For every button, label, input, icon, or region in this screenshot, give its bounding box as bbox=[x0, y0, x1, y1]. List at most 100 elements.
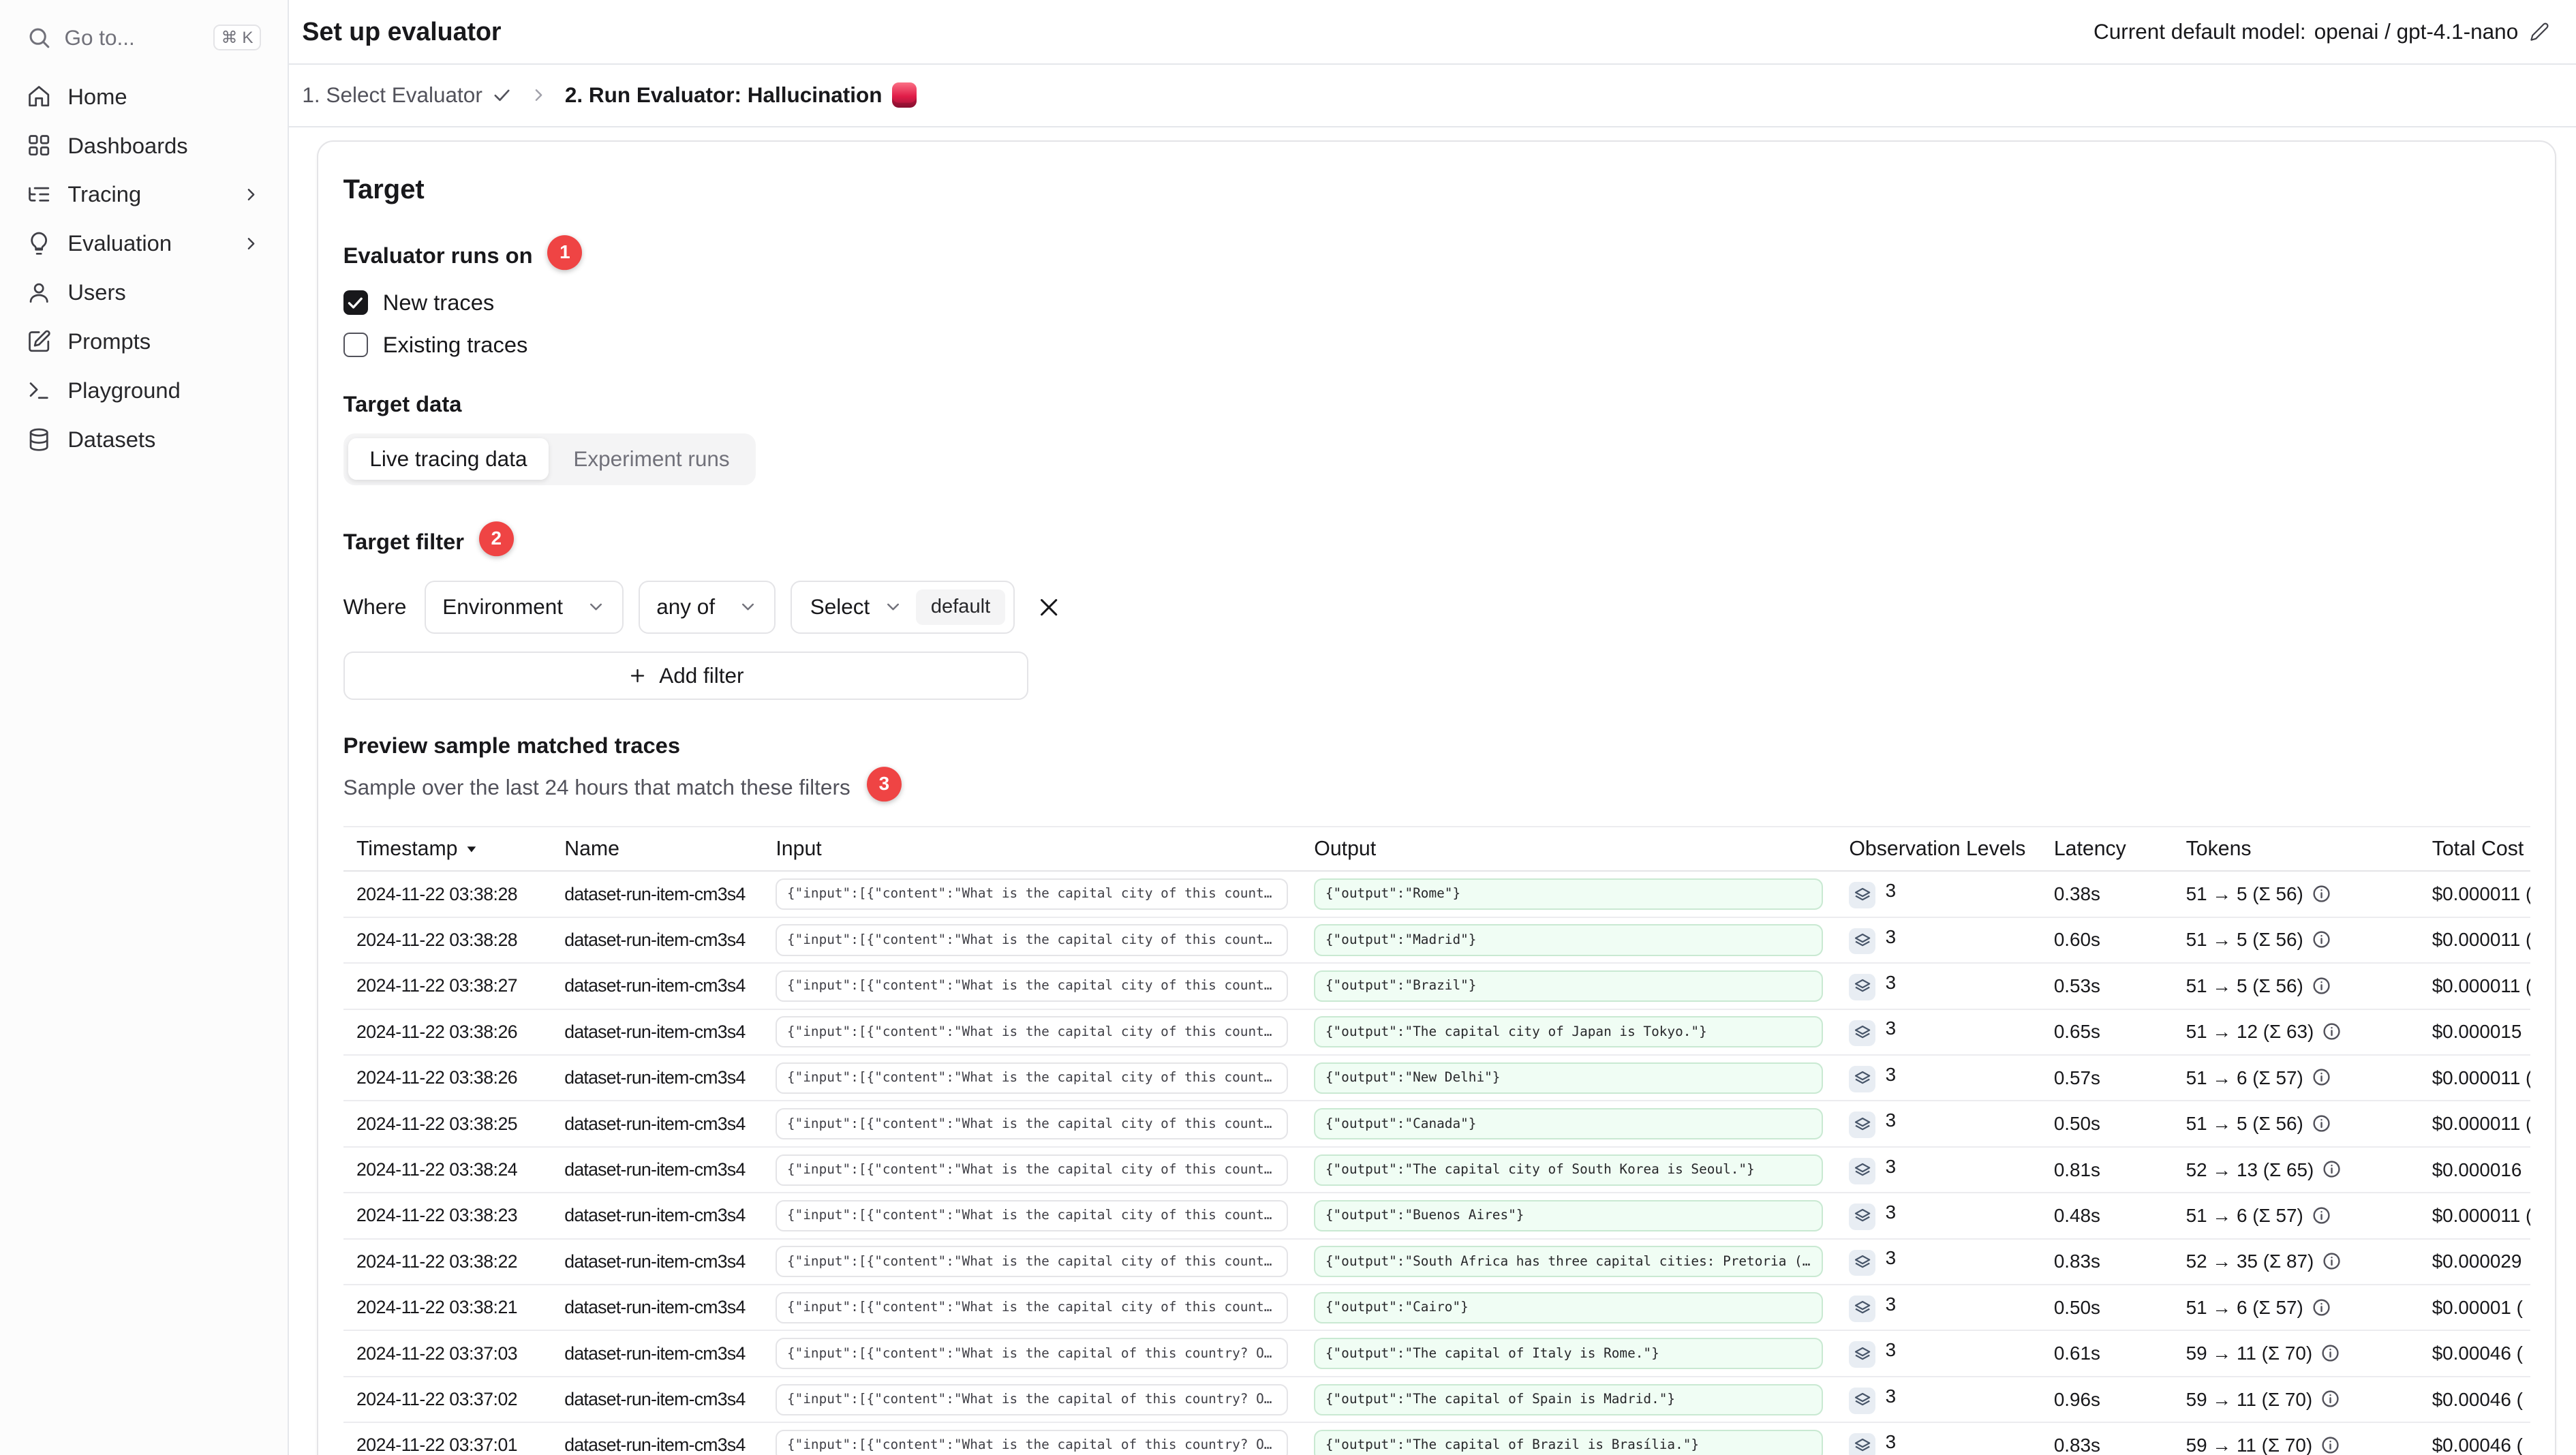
edit-model-button[interactable] bbox=[2526, 18, 2553, 45]
traces-table: Timestamp Name Input Output Observation … bbox=[343, 826, 2530, 1455]
input-cell: {"input":[{"content":"What is the capita… bbox=[776, 1016, 1288, 1048]
tab-live-tracing-data[interactable]: Live tracing data bbox=[348, 438, 549, 480]
observation-levels-icon bbox=[1849, 974, 1876, 1000]
observation-levels-icon bbox=[1849, 1433, 1876, 1455]
output-cell: {"output":"Canada"} bbox=[1314, 1108, 1823, 1140]
observation-levels-value: 3 bbox=[1885, 1293, 1897, 1315]
annotation-badge-3: 3 bbox=[866, 767, 902, 801]
name-cell: dataset-run-item-cm3s4 bbox=[551, 1009, 763, 1056]
total-cost-cell: $0.000016 bbox=[2419, 1146, 2530, 1194]
table-row[interactable]: 2024-11-22 03:38:21 dataset-run-item-cm3… bbox=[343, 1285, 2530, 1332]
option-new-traces[interactable]: New traces bbox=[343, 290, 2530, 316]
output-cell: {"output":"New Delhi"} bbox=[1314, 1062, 1823, 1094]
table-row[interactable]: 2024-11-22 03:38:28 dataset-run-item-cm3… bbox=[343, 917, 2530, 964]
add-filter-button[interactable]: Add filter bbox=[343, 652, 1029, 700]
output-cell: {"output":"The capital of Brazil is Bras… bbox=[1314, 1429, 1823, 1455]
timestamp-cell: 2024-11-22 03:37:03 bbox=[343, 1330, 551, 1377]
total-cost-cell: $0.000011 ( bbox=[2419, 963, 2530, 1010]
observation-levels-icon bbox=[1849, 1065, 1876, 1092]
grid-icon bbox=[28, 135, 49, 156]
sidebar-item-tracing[interactable]: Tracing bbox=[13, 170, 274, 219]
goto-search-button[interactable]: Go to... ⌘ K bbox=[13, 16, 274, 59]
new-traces-checkbox[interactable] bbox=[343, 290, 368, 316]
sidebar-item-label: Tracing bbox=[67, 181, 142, 207]
main: Set up evaluator Current default model: … bbox=[289, 0, 2576, 1455]
sidebar-item-playground[interactable]: Playground bbox=[13, 366, 274, 415]
table-row[interactable]: 2024-11-22 03:38:26 dataset-run-item-cm3… bbox=[343, 1009, 2530, 1056]
sidebar-item-label: Datasets bbox=[67, 426, 156, 452]
chevron-right-icon bbox=[535, 89, 542, 102]
filter-operator-select[interactable]: any of bbox=[639, 581, 776, 634]
name-cell: dataset-run-item-cm3s4 bbox=[551, 1101, 763, 1148]
table-row[interactable]: 2024-11-22 03:38:24 dataset-run-item-cm3… bbox=[343, 1146, 2530, 1194]
tab-experiment-runs[interactable]: Experiment runs bbox=[552, 438, 751, 480]
tokens-value: 51 → 6 (Σ 57) bbox=[2186, 1204, 2303, 1226]
observation-levels-value: 3 bbox=[1885, 1339, 1897, 1361]
input-cell: {"input":[{"content":"What is the capita… bbox=[776, 1154, 1288, 1186]
latency-cell: 0.50s bbox=[2040, 1101, 2173, 1148]
total-cost-cell: $0.000015 bbox=[2419, 1009, 2530, 1056]
observation-levels-value: 3 bbox=[1885, 1109, 1897, 1131]
sidebar-item-dashboards[interactable]: Dashboards bbox=[13, 121, 274, 170]
col-timestamp[interactable]: Timestamp bbox=[343, 826, 551, 872]
table-row[interactable]: 2024-11-22 03:37:01 dataset-run-item-cm3… bbox=[343, 1422, 2530, 1455]
timestamp-cell: 2024-11-22 03:38:24 bbox=[343, 1146, 551, 1194]
goto-label: Go to... bbox=[64, 25, 135, 50]
check-icon bbox=[494, 89, 510, 102]
option-label: New traces bbox=[382, 289, 495, 315]
check-icon bbox=[348, 297, 363, 309]
observation-levels-value: 3 bbox=[1885, 1063, 1897, 1085]
step-select-evaluator[interactable]: 1. Select Evaluator bbox=[302, 82, 512, 108]
sidebar-item-prompts[interactable]: Prompts bbox=[13, 317, 274, 366]
observation-levels-icon bbox=[1849, 1295, 1876, 1322]
step1-label: 1. Select Evaluator bbox=[302, 82, 482, 108]
latency-cell: 0.48s bbox=[2040, 1193, 2173, 1240]
tokens-value: 51 → 6 (Σ 57) bbox=[2186, 1296, 2303, 1318]
total-cost-cell: $0.000029 bbox=[2419, 1238, 2530, 1286]
total-cost-cell: $0.00046 ( bbox=[2419, 1376, 2530, 1424]
input-cell: {"input":[{"content":"What is the capita… bbox=[776, 924, 1288, 956]
square-pen-icon bbox=[28, 330, 50, 352]
table-row[interactable]: 2024-11-22 03:38:25 dataset-run-item-cm3… bbox=[343, 1101, 2530, 1148]
info-icon bbox=[2313, 1207, 2330, 1224]
sort-desc-icon bbox=[467, 846, 476, 853]
remove-filter-button[interactable] bbox=[1030, 588, 1068, 626]
annotation-badge-2: 2 bbox=[478, 521, 514, 556]
timestamp-cell: 2024-11-22 03:38:28 bbox=[343, 871, 551, 918]
table-row[interactable]: 2024-11-22 03:38:26 dataset-run-item-cm3… bbox=[343, 1055, 2530, 1102]
sidebar-item-datasets[interactable]: Datasets bbox=[13, 415, 274, 464]
info-icon bbox=[2322, 1345, 2339, 1362]
annotation-badge-1: 1 bbox=[547, 234, 583, 270]
output-cell: {"output":"The capital of Italy is Rome.… bbox=[1314, 1338, 1823, 1370]
info-icon bbox=[2323, 1161, 2340, 1178]
table-row[interactable]: 2024-11-22 03:37:03 dataset-run-item-cm3… bbox=[343, 1330, 2530, 1377]
sidebar-item-home[interactable]: Home bbox=[13, 72, 274, 121]
table-header-row: Timestamp Name Input Output Observation … bbox=[343, 826, 2530, 872]
evaluator-runs-on-label: Evaluator runs on 1 bbox=[343, 234, 2530, 273]
existing-traces-checkbox[interactable] bbox=[343, 332, 368, 358]
table-row[interactable]: 2024-11-22 03:38:28 dataset-run-item-cm3… bbox=[343, 871, 2530, 918]
table-row[interactable]: 2024-11-22 03:38:23 dataset-run-item-cm3… bbox=[343, 1193, 2530, 1240]
topbar: Set up evaluator Current default model: … bbox=[289, 0, 2576, 65]
table-row[interactable]: 2024-11-22 03:37:02 dataset-run-item-cm3… bbox=[343, 1376, 2530, 1424]
sidebar-item-evaluation[interactable]: Evaluation bbox=[13, 219, 274, 268]
output-cell: {"output":"Cairo"} bbox=[1314, 1291, 1823, 1323]
sidebar-item-users[interactable]: Users bbox=[13, 268, 274, 317]
table-row[interactable]: 2024-11-22 03:38:22 dataset-run-item-cm3… bbox=[343, 1238, 2530, 1286]
observation-levels-icon bbox=[1849, 1341, 1876, 1368]
option-existing-traces[interactable]: Existing traces bbox=[343, 332, 2530, 358]
info-icon bbox=[2322, 1437, 2339, 1454]
option-label: Existing traces bbox=[382, 332, 528, 358]
tokens-value: 59 → 11 (Σ 70) bbox=[2186, 1388, 2313, 1410]
total-cost-cell: $0.000011 ( bbox=[2419, 1101, 2530, 1148]
table-row[interactable]: 2024-11-22 03:38:27 dataset-run-item-cm3… bbox=[343, 963, 2530, 1010]
observation-levels-icon bbox=[1849, 882, 1876, 909]
steps-breadcrumb: 1. Select Evaluator 2. Run Evaluator: Ha… bbox=[289, 65, 2576, 127]
filter-value-select[interactable]: Select default bbox=[791, 581, 1015, 634]
info-icon bbox=[2313, 1298, 2330, 1316]
info-icon bbox=[2313, 977, 2330, 994]
filter-column-select[interactable]: Environment bbox=[424, 581, 624, 634]
name-cell: dataset-run-item-cm3s4 bbox=[551, 1330, 763, 1377]
info-icon bbox=[2323, 1023, 2340, 1040]
tokens-value: 51 → 5 (Σ 56) bbox=[2186, 883, 2303, 905]
